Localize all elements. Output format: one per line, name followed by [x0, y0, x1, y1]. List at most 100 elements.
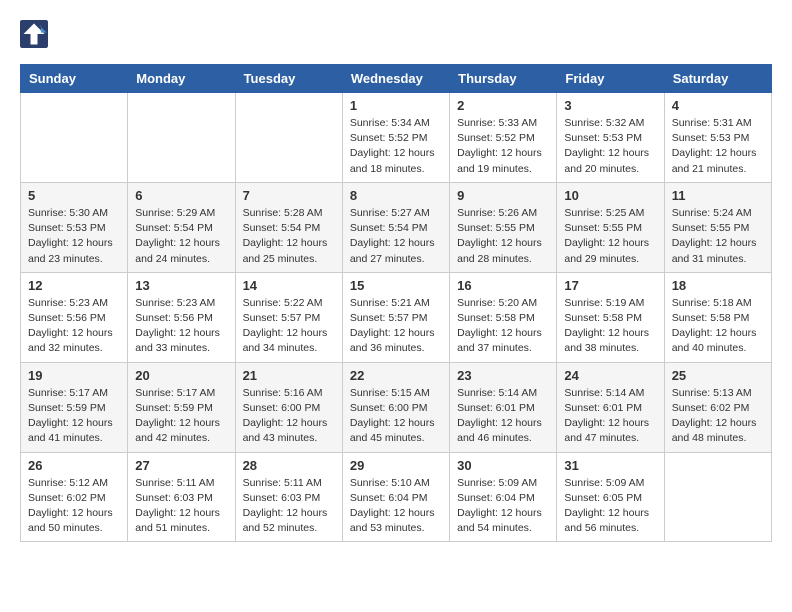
day-info: Sunrise: 5:20 AM Sunset: 5:58 PM Dayligh… — [457, 296, 549, 357]
day-info: Sunrise: 5:11 AM Sunset: 6:03 PM Dayligh… — [135, 476, 227, 537]
day-info: Sunrise: 5:19 AM Sunset: 5:58 PM Dayligh… — [564, 296, 656, 357]
day-number: 19 — [28, 368, 120, 383]
day-number: 12 — [28, 278, 120, 293]
header-day-friday: Friday — [557, 65, 664, 93]
header-day-saturday: Saturday — [664, 65, 771, 93]
day-number: 6 — [135, 188, 227, 203]
day-info: Sunrise: 5:31 AM Sunset: 5:53 PM Dayligh… — [672, 116, 764, 177]
day-number: 10 — [564, 188, 656, 203]
day-info: Sunrise: 5:09 AM Sunset: 6:05 PM Dayligh… — [564, 476, 656, 537]
day-number: 17 — [564, 278, 656, 293]
day-cell: 10 Sunrise: 5:25 AM Sunset: 5:55 PM Dayli… — [557, 182, 664, 272]
day-cell: 7Sunrise: 5:28 AM Sunset: 5:54 PM Daylig… — [235, 182, 342, 272]
day-info: Sunrise: 5:13 AM Sunset: 6:02 PM Dayligh… — [672, 386, 764, 447]
header-row: SundayMondayTuesdayWednesdayThursdayFrid… — [21, 65, 772, 93]
day-number: 5 — [28, 188, 120, 203]
day-cell — [664, 452, 771, 542]
day-number: 3 — [564, 98, 656, 113]
day-info: Sunrise: 5:14 AM Sunset: 6:01 PM Dayligh… — [457, 386, 549, 447]
day-cell: 29 Sunrise: 5:10 AM Sunset: 6:04 PM Dayli… — [342, 452, 449, 542]
day-info: Sunrise: 5:11 AM Sunset: 6:03 PM Dayligh… — [243, 476, 335, 537]
day-cell: 14Sunrise: 5:22 AM Sunset: 5:57 PM Dayli… — [235, 272, 342, 362]
day-number: 26 — [28, 458, 120, 473]
logo — [20, 20, 50, 48]
day-cell: 6 Sunrise: 5:29 AM Sunset: 5:54 PM Daylig… — [128, 182, 235, 272]
day-info: Sunrise: 5:26 AM Sunset: 5:55 PM Dayligh… — [457, 206, 549, 267]
day-number: 16 — [457, 278, 549, 293]
day-info: Sunrise: 5:23 AM Sunset: 5:56 PM Dayligh… — [28, 296, 120, 357]
day-cell: 26 Sunrise: 5:12 AM Sunset: 6:02 PM Dayli… — [21, 452, 128, 542]
day-cell: 15 Sunrise: 5:21 AM Sunset: 5:57 PM Dayli… — [342, 272, 449, 362]
day-number: 8 — [350, 188, 442, 203]
day-number: 13 — [135, 278, 227, 293]
day-cell: 11 Sunrise: 5:24 AM Sunset: 5:55 PM Dayli… — [664, 182, 771, 272]
calendar-header: SundayMondayTuesdayWednesdayThursdayFrid… — [21, 65, 772, 93]
day-number: 11 — [672, 188, 764, 203]
day-info: Sunrise: 5:15 AM Sunset: 6:00 PM Dayligh… — [350, 386, 442, 447]
day-number: 24 — [564, 368, 656, 383]
day-number: 27 — [135, 458, 227, 473]
day-number: 31 — [564, 458, 656, 473]
day-number: 9 — [457, 188, 549, 203]
day-info: Sunrise: 5:17 AM Sunset: 5:59 PM Dayligh… — [135, 386, 227, 447]
header-day-tuesday: Tuesday — [235, 65, 342, 93]
day-number: 18 — [672, 278, 764, 293]
day-info: Sunrise: 5:23 AM Sunset: 5:56 PM Dayligh… — [135, 296, 227, 357]
day-info: Sunrise: 5:29 AM Sunset: 5:54 PM Dayligh… — [135, 206, 227, 267]
day-cell: 13 Sunrise: 5:23 AM Sunset: 5:56 PM Dayli… — [128, 272, 235, 362]
day-number: 15 — [350, 278, 442, 293]
day-info: Sunrise: 5:28 AM Sunset: 5:54 PM Dayligh… — [243, 206, 335, 267]
day-info: Sunrise: 5:21 AM Sunset: 5:57 PM Dayligh… — [350, 296, 442, 357]
day-cell: 2 Sunrise: 5:33 AM Sunset: 5:52 PM Daylig… — [450, 93, 557, 183]
week-row-5: 26 Sunrise: 5:12 AM Sunset: 6:02 PM Dayli… — [21, 452, 772, 542]
day-cell: 25 Sunrise: 5:13 AM Sunset: 6:02 PM Dayli… — [664, 362, 771, 452]
day-info: Sunrise: 5:33 AM Sunset: 5:52 PM Dayligh… — [457, 116, 549, 177]
week-row-1: 1 Sunrise: 5:34 AM Sunset: 5:52 PM Daylig… — [21, 93, 772, 183]
header-day-sunday: Sunday — [21, 65, 128, 93]
day-cell: 3 Sunrise: 5:32 AM Sunset: 5:53 PM Daylig… — [557, 93, 664, 183]
day-number: 1 — [350, 98, 442, 113]
day-number: 29 — [350, 458, 442, 473]
calendar-table: SundayMondayTuesdayWednesdayThursdayFrid… — [20, 64, 772, 542]
day-cell: 17 Sunrise: 5:19 AM Sunset: 5:58 PM Dayli… — [557, 272, 664, 362]
day-cell: 28 Sunrise: 5:11 AM Sunset: 6:03 PM Dayli… — [235, 452, 342, 542]
week-row-3: 12 Sunrise: 5:23 AM Sunset: 5:56 PM Dayli… — [21, 272, 772, 362]
day-info: Sunrise: 5:27 AM Sunset: 5:54 PM Dayligh… — [350, 206, 442, 267]
day-info: Sunrise: 5:32 AM Sunset: 5:53 PM Dayligh… — [564, 116, 656, 177]
day-info: Sunrise: 5:25 AM Sunset: 5:55 PM Dayligh… — [564, 206, 656, 267]
calendar-body: 1 Sunrise: 5:34 AM Sunset: 5:52 PM Daylig… — [21, 93, 772, 542]
day-number: 21 — [243, 368, 335, 383]
day-number: 2 — [457, 98, 549, 113]
day-cell — [21, 93, 128, 183]
day-cell: 4 Sunrise: 5:31 AM Sunset: 5:53 PM Daylig… — [664, 93, 771, 183]
day-cell: 9 Sunrise: 5:26 AM Sunset: 5:55 PM Daylig… — [450, 182, 557, 272]
day-cell: 1 Sunrise: 5:34 AM Sunset: 5:52 PM Daylig… — [342, 93, 449, 183]
day-cell — [235, 93, 342, 183]
day-number: 23 — [457, 368, 549, 383]
day-cell: 8 Sunrise: 5:27 AM Sunset: 5:54 PM Daylig… — [342, 182, 449, 272]
page-header — [20, 20, 772, 48]
day-number: 4 — [672, 98, 764, 113]
day-info: Sunrise: 5:12 AM Sunset: 6:02 PM Dayligh… — [28, 476, 120, 537]
day-number: 25 — [672, 368, 764, 383]
header-day-thursday: Thursday — [450, 65, 557, 93]
day-number: 30 — [457, 458, 549, 473]
day-number: 22 — [350, 368, 442, 383]
day-info: Sunrise: 5:24 AM Sunset: 5:55 PM Dayligh… — [672, 206, 764, 267]
day-cell — [128, 93, 235, 183]
day-info: Sunrise: 5:16 AM Sunset: 6:00 PM Dayligh… — [243, 386, 335, 447]
day-cell: 27 Sunrise: 5:11 AM Sunset: 6:03 PM Dayli… — [128, 452, 235, 542]
day-cell: 19Sunrise: 5:17 AM Sunset: 5:59 PM Dayli… — [21, 362, 128, 452]
day-info: Sunrise: 5:30 AM Sunset: 5:53 PM Dayligh… — [28, 206, 120, 267]
day-info: Sunrise: 5:10 AM Sunset: 6:04 PM Dayligh… — [350, 476, 442, 537]
day-cell: 18 Sunrise: 5:18 AM Sunset: 5:58 PM Dayli… — [664, 272, 771, 362]
day-info: Sunrise: 5:09 AM Sunset: 6:04 PM Dayligh… — [457, 476, 549, 537]
day-cell: 21 Sunrise: 5:16 AM Sunset: 6:00 PM Dayli… — [235, 362, 342, 452]
day-info: Sunrise: 5:18 AM Sunset: 5:58 PM Dayligh… — [672, 296, 764, 357]
week-row-4: 19 Sunrise: 5:17 AM Sunset: 5:59 PM Dayli… — [21, 362, 772, 452]
day-number: 28 — [243, 458, 335, 473]
day-cell: 20Sunrise: 5:17 AM Sunset: 5:59 PM Dayli… — [128, 362, 235, 452]
day-cell: 16 Sunrise: 5:20 AM Sunset: 5:58 PM Dayli… — [450, 272, 557, 362]
day-cell: 23 Sunrise: 5:14 AM Sunset: 6:01 PM Dayli… — [450, 362, 557, 452]
day-info: Sunrise: 5:34 AM Sunset: 5:52 PM Dayligh… — [350, 116, 442, 177]
